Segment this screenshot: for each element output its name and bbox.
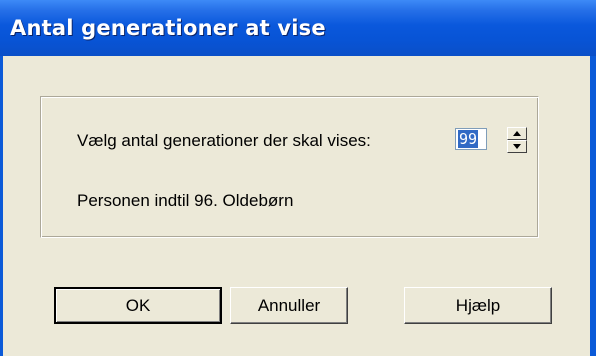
generations-value[interactable]: 99 (458, 130, 479, 148)
arrow-down-icon (513, 144, 521, 149)
arrow-up-icon (513, 131, 521, 136)
dialog-window: Antal generationer at vise Vælg antal ge… (0, 0, 596, 356)
spin-down-button[interactable] (507, 140, 527, 153)
help-button[interactable]: Hjælp (404, 287, 552, 324)
cancel-button[interactable]: Annuller (230, 287, 348, 324)
window-right-border (590, 56, 596, 356)
ok-button[interactable]: OK (54, 287, 222, 324)
window-title: Antal generationer at vise (10, 16, 326, 40)
settings-group-box (40, 96, 539, 238)
generations-input[interactable]: 99 (455, 128, 487, 150)
generations-prompt-label: Vælg antal generationer der skal vises: (77, 131, 371, 150)
spin-up-button[interactable] (507, 127, 527, 140)
generations-spinner[interactable] (507, 127, 527, 153)
generations-info-text: Personen indtil 96. Oldebørn (77, 191, 294, 210)
title-bar[interactable]: Antal generationer at vise (0, 0, 596, 56)
